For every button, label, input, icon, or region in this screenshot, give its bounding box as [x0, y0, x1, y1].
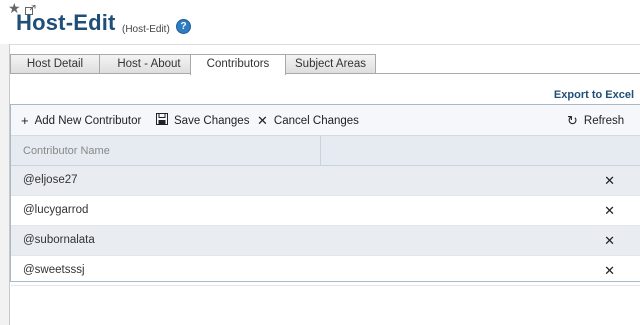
delete-row-icon[interactable]: ✕	[604, 174, 615, 187]
column-header-contributor-name[interactable]: Contributor Name	[23, 145, 110, 157]
tab-host-about[interactable]: Host - About	[99, 54, 199, 73]
grid-toolbar: + Add New Contributor Save Changes ✕ Can…	[11, 105, 640, 136]
contributor-name-cell: @eljose27	[23, 174, 78, 186]
contributors-grid: + Add New Contributor Save Changes ✕ Can…	[10, 104, 640, 286]
delete-row-icon[interactable]: ✕	[604, 264, 615, 277]
add-contributor-label: Add New Contributor	[34, 114, 142, 127]
tab-divider	[10, 73, 640, 74]
table-row[interactable]: @eljose27 ✕	[11, 166, 640, 196]
refresh-label: Refresh	[583, 115, 625, 127]
save-changes-label: Save Changes	[174, 114, 250, 127]
export-to-excel-link[interactable]: Export to Excel	[554, 89, 634, 101]
help-icon[interactable]: ?	[176, 19, 191, 34]
save-changes-button[interactable]: Save Changes	[156, 113, 249, 128]
table-row[interactable]: @subornalata ✕	[11, 226, 640, 256]
cancel-icon: ✕	[257, 113, 268, 128]
top-bar: ★ Host-Edit (Host-Edit) ?	[0, 0, 640, 44]
refresh-icon: ↻	[567, 113, 578, 128]
save-icon	[156, 113, 168, 128]
tab-host-detail[interactable]: Host Detail	[10, 54, 100, 73]
delete-row-icon[interactable]: ✕	[604, 234, 615, 247]
page-title: Host-Edit	[16, 10, 116, 35]
column-separator[interactable]	[320, 136, 321, 165]
table-row[interactable]: @lucygarrod ✕	[11, 196, 640, 226]
plus-icon: +	[21, 113, 29, 128]
tab-subject-areas[interactable]: Subject Areas	[285, 54, 376, 73]
delete-row-icon[interactable]: ✕	[604, 204, 615, 217]
table-row[interactable]: @sweetsssj ✕	[11, 256, 640, 286]
contributor-name-cell: @subornalata	[23, 234, 95, 246]
contributor-name-cell: @sweetsssj	[23, 264, 85, 276]
tab-contributors[interactable]: Contributors	[190, 54, 286, 75]
add-contributor-button[interactable]: + Add New Contributor	[21, 113, 141, 128]
refresh-button[interactable]: ↻ Refresh	[567, 113, 624, 129]
page-subtitle: (Host-Edit)	[122, 24, 170, 35]
grid-rows: @eljose27 ✕ @lucygarrod ✕ @subornalata ✕…	[11, 166, 640, 286]
cancel-changes-button[interactable]: ✕ Cancel Changes	[257, 113, 359, 129]
grid-header: Contributor Name	[11, 136, 640, 166]
contributor-name-cell: @lucygarrod	[23, 204, 89, 216]
cancel-changes-label: Cancel Changes	[273, 115, 359, 127]
